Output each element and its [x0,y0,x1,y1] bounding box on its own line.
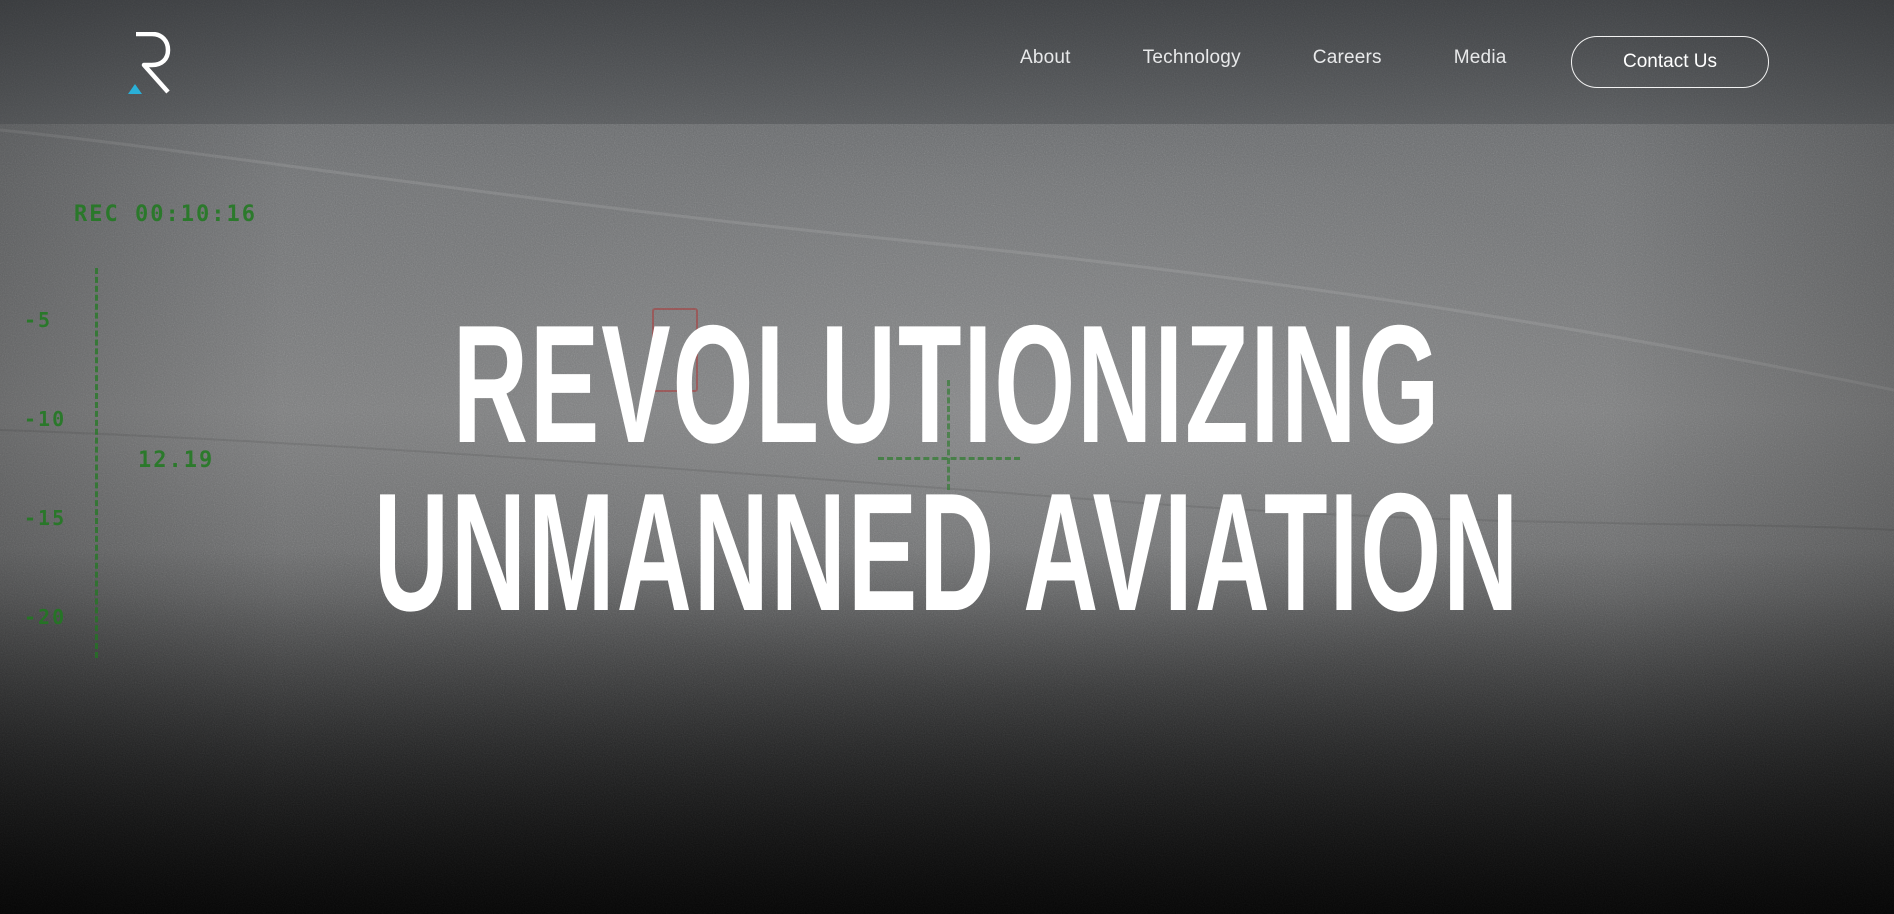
logo-icon [128,31,171,94]
hero-headline: REVOLUTIONIZING UNMANNED AVIATION [360,300,1534,636]
nav-technology[interactable]: Technology [1143,47,1241,69]
nav-media[interactable]: Media [1454,47,1507,69]
site-header: About Technology Careers Media Contact U… [0,0,1894,124]
page: REC 00:10:16 -5 -10 -15 -20 12.19 About … [0,0,1894,914]
nav-about[interactable]: About [1020,47,1071,69]
nav-careers[interactable]: Careers [1313,47,1382,69]
main-nav: About Technology Careers Media [1020,47,1507,69]
hero-headline-line-2: UNMANNED AVIATION [373,458,1521,646]
r-monogram-logo[interactable] [128,31,172,94]
contact-us-button[interactable]: Contact Us [1571,36,1769,88]
hero-headline-line-1: REVOLUTIONIZING [452,290,1442,478]
